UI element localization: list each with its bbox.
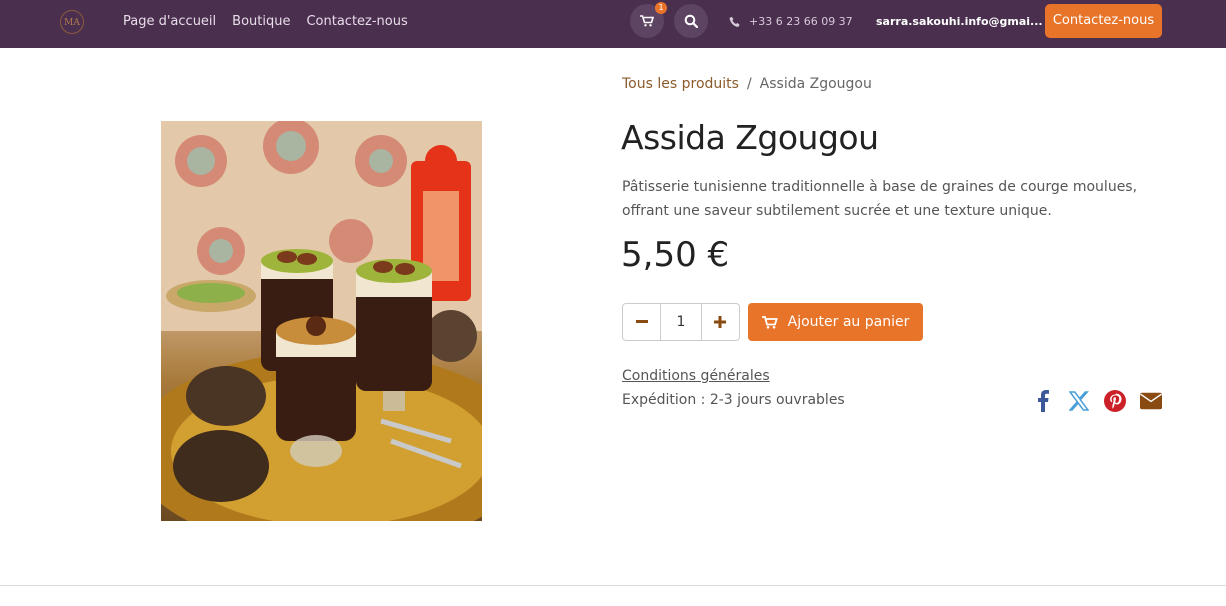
- dessert-photo: [161, 121, 482, 521]
- pinterest-share[interactable]: [1104, 390, 1126, 412]
- cart-button[interactable]: 1: [630, 2, 667, 38]
- share-links: [1032, 390, 1162, 412]
- phone-icon: [729, 16, 740, 27]
- search-icon: [684, 14, 698, 28]
- breadcrumb-separator: /: [746, 76, 752, 92]
- user-menu[interactable]: sarra.sakouhi.info@gmai...: [876, 15, 1057, 28]
- pinterest-icon: [1104, 390, 1126, 412]
- nav-shop[interactable]: Boutique: [232, 14, 290, 29]
- decrease-quantity-button[interactable]: [623, 304, 660, 340]
- breadcrumb-current: Assida Zgougou: [759, 76, 872, 92]
- cart-count-badge: 1: [655, 2, 667, 14]
- product-price: 5,50 €: [621, 235, 730, 275]
- main-nav: Page d'accueil Boutique Contactez-nous: [123, 14, 408, 29]
- x-icon: [1069, 391, 1089, 411]
- add-to-cart-button[interactable]: Ajouter au panier: [748, 303, 923, 341]
- increase-quantity-button[interactable]: [702, 304, 739, 340]
- top-navigation-bar: MA Page d'accueil Boutique Contactez-nou…: [0, 0, 1226, 48]
- nav-contact[interactable]: Contactez-nous: [306, 14, 407, 29]
- cart-icon: [761, 315, 778, 329]
- minus-icon: [635, 320, 648, 323]
- shipping-info: Expédition : 2-3 jours ouvrables: [622, 392, 845, 408]
- quantity-input[interactable]: 1: [660, 304, 702, 340]
- user-email: sarra.sakouhi.info@gmai...: [876, 15, 1043, 28]
- facebook-icon: [1038, 390, 1049, 412]
- footer-divider: [0, 585, 1226, 586]
- facebook-share[interactable]: [1032, 390, 1054, 412]
- brand-logo[interactable]: MA: [60, 10, 84, 34]
- plus-icon: [714, 316, 727, 328]
- search-button[interactable]: [674, 4, 708, 38]
- product-image: [161, 121, 482, 521]
- terms-link[interactable]: Conditions générales: [622, 368, 770, 384]
- cart-icon: [640, 15, 654, 27]
- nav-home[interactable]: Page d'accueil: [123, 14, 216, 29]
- phone-contact[interactable]: +33 6 23 66 09 37: [729, 15, 853, 28]
- add-to-cart-label: Ajouter au panier: [787, 314, 910, 330]
- quantity-stepper: 1: [622, 303, 740, 341]
- x-share[interactable]: [1068, 390, 1090, 412]
- product-title: Assida Zgougou: [621, 118, 879, 157]
- phone-number: +33 6 23 66 09 37: [749, 15, 853, 28]
- contact-button[interactable]: Contactez-nous: [1045, 4, 1162, 38]
- email-share[interactable]: [1140, 390, 1162, 412]
- product-description: Pâtisserie tunisienne traditionnelle à b…: [622, 179, 1138, 219]
- breadcrumb: Tous les produits / Assida Zgougou: [622, 76, 872, 92]
- envelope-icon: [1140, 392, 1162, 410]
- breadcrumb-all-products[interactable]: Tous les produits: [622, 76, 739, 92]
